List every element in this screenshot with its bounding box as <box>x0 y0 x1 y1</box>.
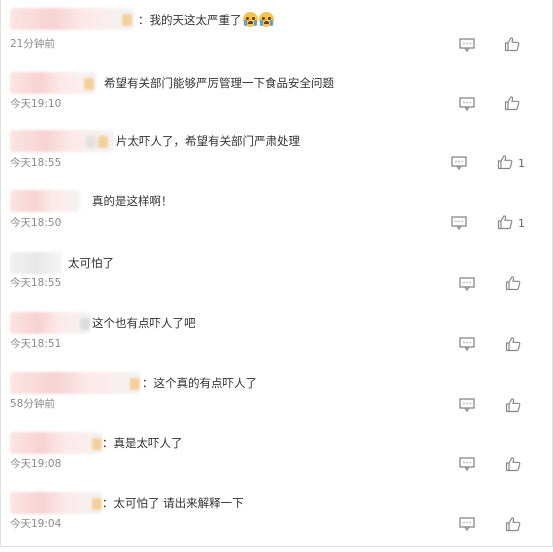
comment-time: 今天18:50 <box>10 217 62 229</box>
thumbs-up-icon[interactable] <box>505 336 521 352</box>
comment-time: 今天18:55 <box>10 157 62 169</box>
comment-item: 片太吓人了，希望有关部门严肃处理 今天18:55 1 <box>0 130 553 190</box>
like-count: 1 <box>518 217 525 230</box>
comment-item: ：真是太吓人了 今天19:08 <box>0 432 553 492</box>
thumbs-up-icon[interactable] <box>504 95 520 111</box>
comment-text: ：太可怕了 请出来解释一下 <box>102 496 244 510</box>
blurred-username <box>10 372 140 394</box>
comment-time: 今天19:08 <box>10 458 62 470</box>
comment-time: 今天19:04 <box>10 518 62 530</box>
comment-reply-icon[interactable] <box>459 38 475 52</box>
blurred-username <box>10 190 80 212</box>
comment-reply-icon[interactable] <box>459 517 475 531</box>
comment-item: 真的是这样啊！ 今天18:50 1 <box>0 190 553 250</box>
comment-reply-icon[interactable] <box>459 97 475 111</box>
comment-item: ：我的天这太严重了 21分钟前 <box>0 8 553 68</box>
comment-item: ：太可怕了 请出来解释一下 今天19:04 <box>0 492 553 552</box>
comment-reply-icon[interactable] <box>451 216 467 230</box>
comment-reply-icon[interactable] <box>459 457 475 471</box>
comment-item: 希望有关部门能够严厉管理一下食品安全问题 今天19:10 <box>0 72 553 132</box>
thumbs-up-icon[interactable] <box>505 516 521 532</box>
comment-text: 真的是这样啊！ <box>92 194 173 208</box>
comment-text: ：这个真的有点吓人了 <box>142 376 257 390</box>
blurred-username <box>10 432 102 454</box>
comment-reply-icon[interactable] <box>459 337 475 351</box>
blurred-username <box>10 8 134 30</box>
comment-reply-icon[interactable] <box>459 398 475 412</box>
crying-face-icon <box>242 12 258 27</box>
blurred-username <box>10 130 114 152</box>
comment-reply-icon[interactable] <box>459 277 475 291</box>
comment-text: ：我的天这太严重了 <box>138 12 274 27</box>
comment-time: 今天18:51 <box>10 338 62 350</box>
crying-face-icon <box>258 12 274 27</box>
comment-text: ：真是太吓人了 <box>102 436 183 450</box>
blurred-username <box>10 492 102 514</box>
blurred-username <box>10 312 90 334</box>
comment-text: 太可怕了 <box>68 256 114 270</box>
blurred-username <box>10 72 96 94</box>
comment-time: 21分钟前 <box>10 38 55 50</box>
like-count: 1 <box>518 157 525 170</box>
comment-time: 今天18:55 <box>10 277 62 289</box>
comment-text: 希望有关部门能够严厉管理一下食品安全问题 <box>104 76 334 90</box>
comment-item: 这个也有点吓人了吧 今天18:51 <box>0 312 553 372</box>
thumbs-up-icon[interactable] <box>505 456 521 472</box>
thumbs-up-icon[interactable] <box>497 214 513 230</box>
thumbs-up-icon[interactable] <box>504 36 520 52</box>
thumbs-up-icon[interactable] <box>505 275 521 291</box>
comment-reply-icon[interactable] <box>451 156 467 170</box>
comment-item: ：这个真的有点吓人了 58分钟前 <box>0 372 553 432</box>
blurred-username <box>10 252 62 274</box>
comment-text: 这个也有点吓人了吧 <box>92 316 196 330</box>
comment-time: 今天19:10 <box>10 98 62 110</box>
comment-item: 太可怕了 今天18:55 <box>0 252 553 312</box>
thumbs-up-icon[interactable] <box>497 154 513 170</box>
comment-text: 片太吓人了，希望有关部门严肃处理 <box>116 134 300 148</box>
thumbs-up-icon[interactable] <box>505 397 521 413</box>
comment-time: 58分钟前 <box>10 398 55 410</box>
